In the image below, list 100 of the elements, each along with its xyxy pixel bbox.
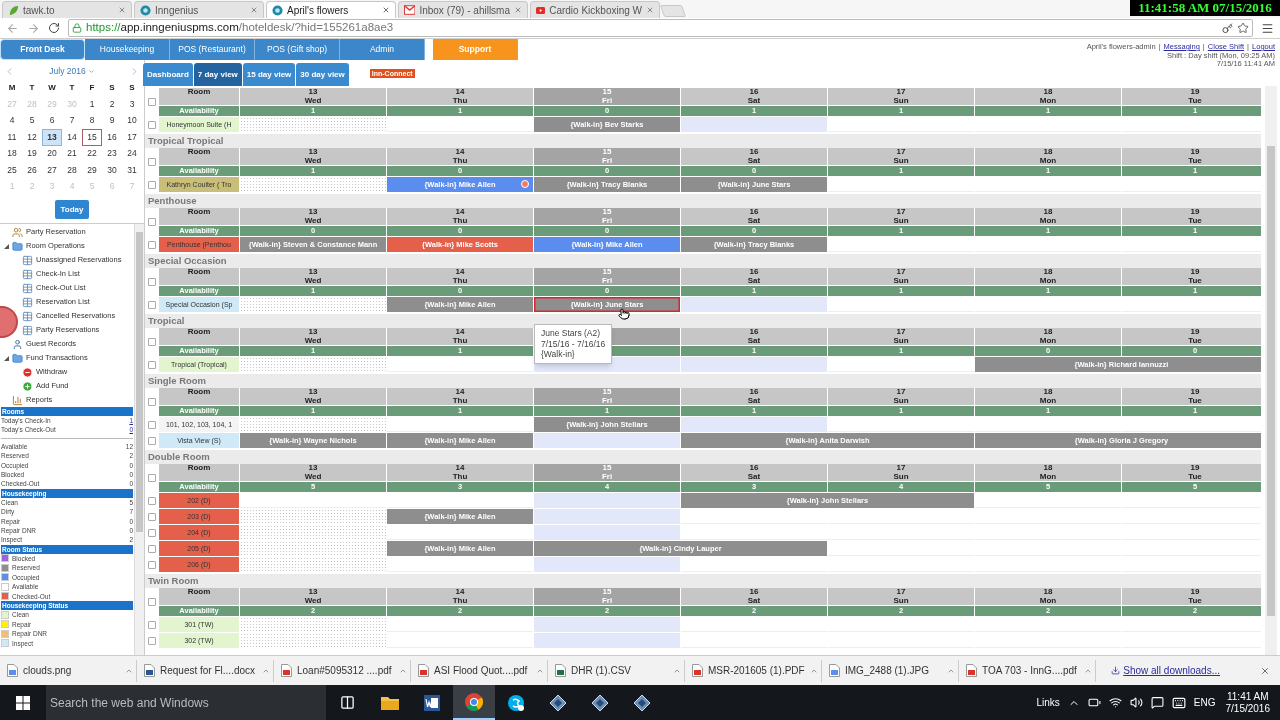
expanded-triangle-icon[interactable]: [4, 355, 9, 361]
download-item[interactable]: ASI Flood Quot....pdf: [415, 659, 548, 682]
highlighted-day-cell[interactable]: [681, 117, 827, 132]
calendar-day[interactable]: 23: [102, 145, 122, 162]
nav-tab[interactable]: Admin: [340, 39, 425, 60]
download-item[interactable]: clouds.png: [4, 659, 137, 682]
bookmark-star-icon[interactable]: [1237, 22, 1249, 34]
calendar-day[interactable]: 10: [122, 112, 142, 129]
checkbox[interactable]: [147, 598, 156, 606]
wifi-icon[interactable]: [1108, 696, 1122, 709]
key-icon[interactable]: [1222, 22, 1233, 34]
browser-tab[interactable]: April's flowers: [266, 1, 396, 18]
show-all-downloads-link[interactable]: Show all downloads...: [1111, 663, 1220, 678]
browser-tab[interactable]: Cardio Kickboxing W: [530, 1, 660, 18]
task-view-icon[interactable]: [340, 695, 355, 710]
new-tab-button[interactable]: [659, 5, 687, 17]
notification-icon[interactable]: [1150, 696, 1164, 709]
calendar-day[interactable]: 5: [22, 112, 42, 129]
today-button[interactable]: Today: [54, 200, 90, 219]
close-icon[interactable]: [382, 6, 390, 14]
nav-tab[interactable]: POS (Gift shop): [255, 39, 340, 60]
back-icon[interactable]: [6, 21, 19, 35]
calendar-day[interactable]: 9: [102, 112, 122, 129]
forward-icon[interactable]: [27, 21, 40, 35]
windows-logo-icon[interactable]: [16, 695, 30, 710]
download-item[interactable]: MSR-201605 (1).PDF: [689, 659, 822, 682]
calendar-day[interactable]: 26: [22, 162, 42, 179]
close-icon[interactable]: [250, 6, 258, 14]
checkbox[interactable]: [147, 620, 156, 629]
browser-tab[interactable]: tawk.to: [2, 1, 132, 18]
calendar-day[interactable]: 12: [22, 129, 42, 146]
download-item[interactable]: Request for Fl....docx: [141, 659, 274, 682]
calendar-day[interactable]: 25: [2, 162, 22, 179]
view-tab[interactable]: 15 day view: [242, 63, 296, 86]
view-tab[interactable]: Dashboard: [143, 63, 193, 86]
keyboard-icon[interactable]: [1171, 695, 1186, 710]
volume-icon[interactable]: [1129, 696, 1143, 709]
nav-tab[interactable]: Housekeeping: [85, 39, 170, 60]
calendar-day[interactable]: 30: [102, 162, 122, 179]
reload-icon[interactable]: [48, 22, 60, 34]
battery-icon[interactable]: [1087, 696, 1101, 709]
close-icon[interactable]: [514, 6, 522, 14]
calendar-day[interactable]: 24: [122, 145, 142, 162]
calendar-day[interactable]: 1: [82, 96, 102, 113]
scrollbar[interactable]: [134, 224, 144, 655]
taskbar-date[interactable]: 7/15/2016: [1225, 702, 1270, 715]
calendar-day[interactable]: 8: [82, 112, 102, 129]
close-icon[interactable]: [118, 6, 126, 14]
checkbox[interactable]: [147, 528, 156, 537]
expanded-triangle-icon[interactable]: [4, 243, 9, 249]
checkbox[interactable]: [147, 420, 156, 429]
checkbox[interactable]: [147, 98, 156, 106]
checkbox[interactable]: [147, 474, 156, 482]
download-item[interactable]: Loan#5095312 ....pdf: [278, 659, 411, 682]
calendar-day[interactable]: 17: [122, 129, 142, 146]
calendar-day[interactable]: 28: [62, 162, 82, 179]
links-toolbar[interactable]: Links: [1036, 695, 1060, 710]
close-icon[interactable]: [1260, 665, 1270, 676]
browser-tab[interactable]: Inbox (79) - ahillsma: [398, 1, 528, 18]
checkbox[interactable]: [147, 512, 156, 521]
month-selector[interactable]: July 2016: [49, 64, 95, 78]
menu-icon[interactable]: [1261, 21, 1274, 35]
address-field[interactable]: https://app.inngeniuspms.com/hoteldesk/?hid=155261a8ae3: [68, 19, 1253, 37]
nav-tab[interactable]: POS (Restaurant): [170, 39, 255, 60]
language-indicator[interactable]: ENG: [1193, 695, 1216, 710]
highlighted-day-cell[interactable]: [534, 617, 680, 632]
calendar-day[interactable]: 15: [82, 129, 102, 146]
checkbox[interactable]: [147, 636, 156, 645]
close-icon[interactable]: [646, 6, 654, 14]
highlighted-day-cell[interactable]: [534, 509, 680, 524]
calendar-day[interactable]: 19: [22, 145, 42, 162]
calendar-day[interactable]: 6: [42, 112, 62, 129]
calendar-day[interactable]: 21: [62, 145, 82, 162]
checkbox[interactable]: [147, 544, 156, 553]
checkbox[interactable]: [147, 278, 156, 286]
view-tab[interactable]: 7 day view: [193, 63, 242, 86]
calendar-day[interactable]: 27: [42, 162, 62, 179]
download-item[interactable]: TOA 703 - InnG....pdf: [963, 659, 1096, 682]
download-item[interactable]: IMG_2488 (1).JPG: [826, 659, 959, 682]
highlighted-day-cell[interactable]: [534, 493, 680, 508]
calendar-day[interactable]: 4: [2, 112, 22, 129]
checkbox[interactable]: [147, 158, 156, 166]
checkbox[interactable]: [147, 360, 156, 369]
checkbox[interactable]: [147, 560, 156, 569]
checkbox[interactable]: [147, 218, 156, 226]
calendar-day[interactable]: 20: [42, 145, 62, 162]
checkbox[interactable]: [147, 240, 156, 249]
calendar-day[interactable]: 18: [2, 145, 22, 162]
checkbox[interactable]: [147, 120, 156, 129]
scrollbar[interactable]: [1265, 86, 1277, 655]
checkbox[interactable]: [147, 300, 156, 309]
nav-tab[interactable]: Front Desk: [0, 39, 85, 60]
taskbar-app[interactable]: [453, 685, 495, 720]
calendar-day[interactable]: 2: [102, 96, 122, 113]
calendar-day[interactable]: 29: [82, 162, 102, 179]
browser-tab[interactable]: Inngenius: [134, 1, 264, 18]
highlighted-day-cell[interactable]: [534, 433, 680, 448]
highlighted-day-cell[interactable]: [534, 525, 680, 540]
view-tab[interactable]: 30 day view: [296, 63, 349, 86]
highlighted-day-cell[interactable]: [534, 557, 680, 572]
